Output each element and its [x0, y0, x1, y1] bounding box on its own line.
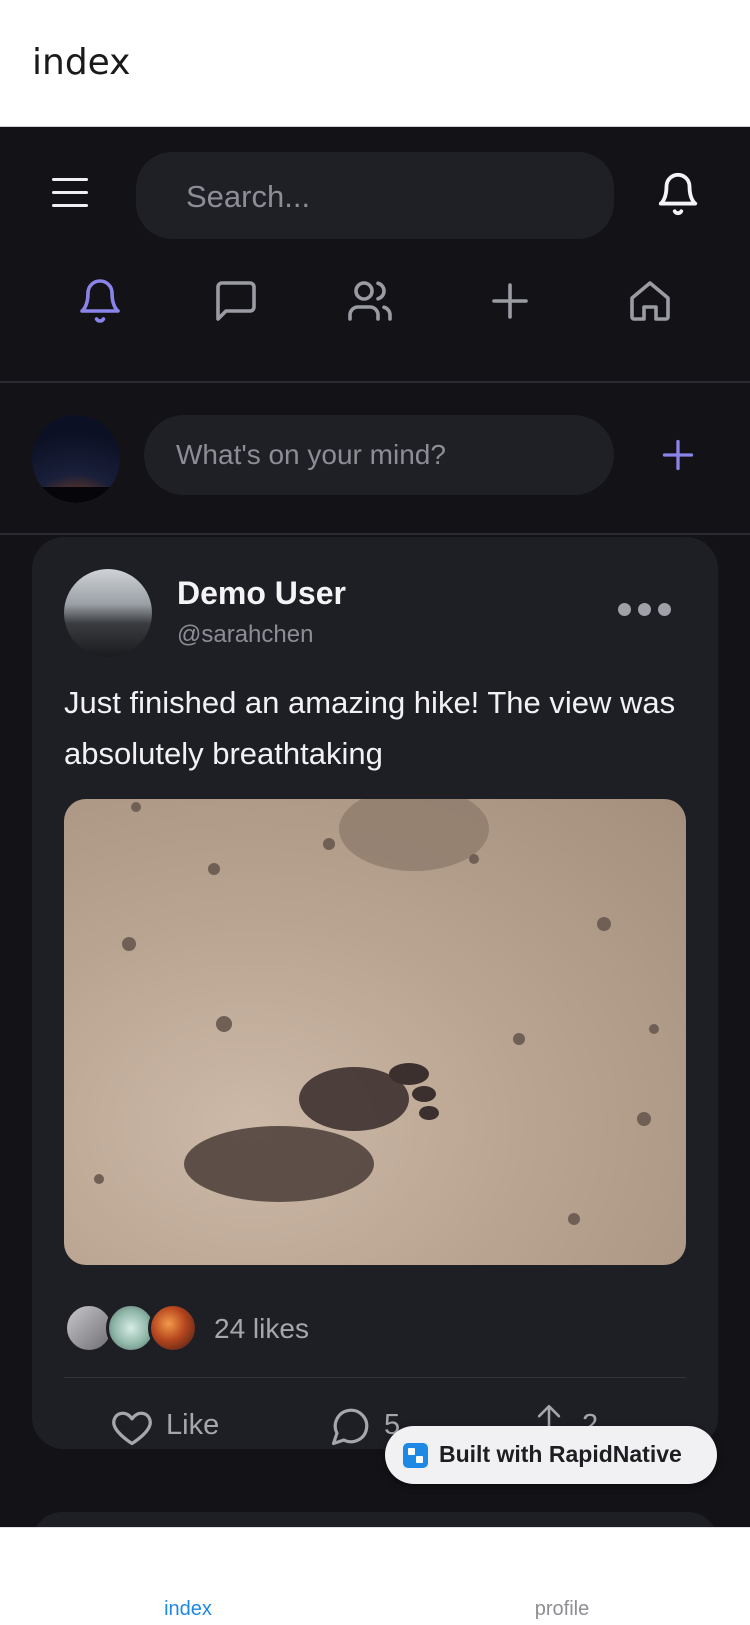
like-button[interactable]: Like — [110, 1397, 240, 1457]
author-handle: @sarahchen — [177, 621, 314, 648]
tab-profile[interactable]: profile — [535, 1598, 589, 1621]
plus-icon[interactable] — [486, 277, 534, 325]
more-options-icon[interactable] — [616, 601, 676, 621]
compose-placeholder: What's on your mind? — [176, 439, 446, 470]
plus-icon[interactable] — [660, 437, 696, 473]
home-icon[interactable] — [626, 277, 674, 325]
heart-icon — [112, 1411, 152, 1446]
footprint-photo — [94, 799, 659, 1225]
author-avatar[interactable] — [64, 569, 152, 657]
window-title: index — [32, 42, 131, 83]
top-bar — [0, 127, 750, 257]
bottom-tab-bar: index profile — [0, 1527, 750, 1625]
liker-avatar — [148, 1303, 198, 1353]
chat-icon[interactable] — [212, 277, 260, 325]
divider — [0, 533, 750, 535]
next-post-card — [32, 1512, 718, 1527]
comment-icon — [331, 1408, 369, 1446]
likes-count: 24 likes — [214, 1313, 309, 1344]
hamburger-menu-icon[interactable] — [52, 178, 90, 208]
users-icon[interactable] — [346, 277, 394, 325]
search-bar[interactable] — [136, 152, 614, 241]
post-text: Just finished an amazing hike! The view … — [64, 685, 676, 771]
avatar[interactable] — [32, 415, 120, 503]
likes-row[interactable]: 24 likes — [64, 1303, 684, 1359]
author-name[interactable]: Demo User — [177, 575, 346, 612]
window-header: index — [0, 0, 750, 127]
post-card: Demo User @sarahchen Just finished an am… — [32, 537, 718, 1449]
like-label: Like — [166, 1409, 220, 1441]
bell-icon[interactable] — [76, 277, 124, 325]
search-input[interactable] — [184, 152, 588, 241]
compose-input[interactable]: What's on your mind? — [144, 415, 614, 495]
post-image[interactable] — [64, 799, 686, 1265]
app-screen: What's on your mind? Demo User @sarahche… — [0, 127, 750, 1527]
icon-navigation — [0, 277, 750, 357]
rapidnative-badge[interactable]: Built with RapidNative — [385, 1426, 717, 1484]
divider — [64, 1377, 686, 1378]
badge-label: Built with RapidNative — [439, 1441, 682, 1467]
rapidnative-logo-icon — [403, 1443, 428, 1468]
tab-index[interactable]: index — [164, 1598, 212, 1621]
post-composer: What's on your mind? — [0, 383, 750, 531]
bell-icon[interactable] — [655, 169, 701, 219]
